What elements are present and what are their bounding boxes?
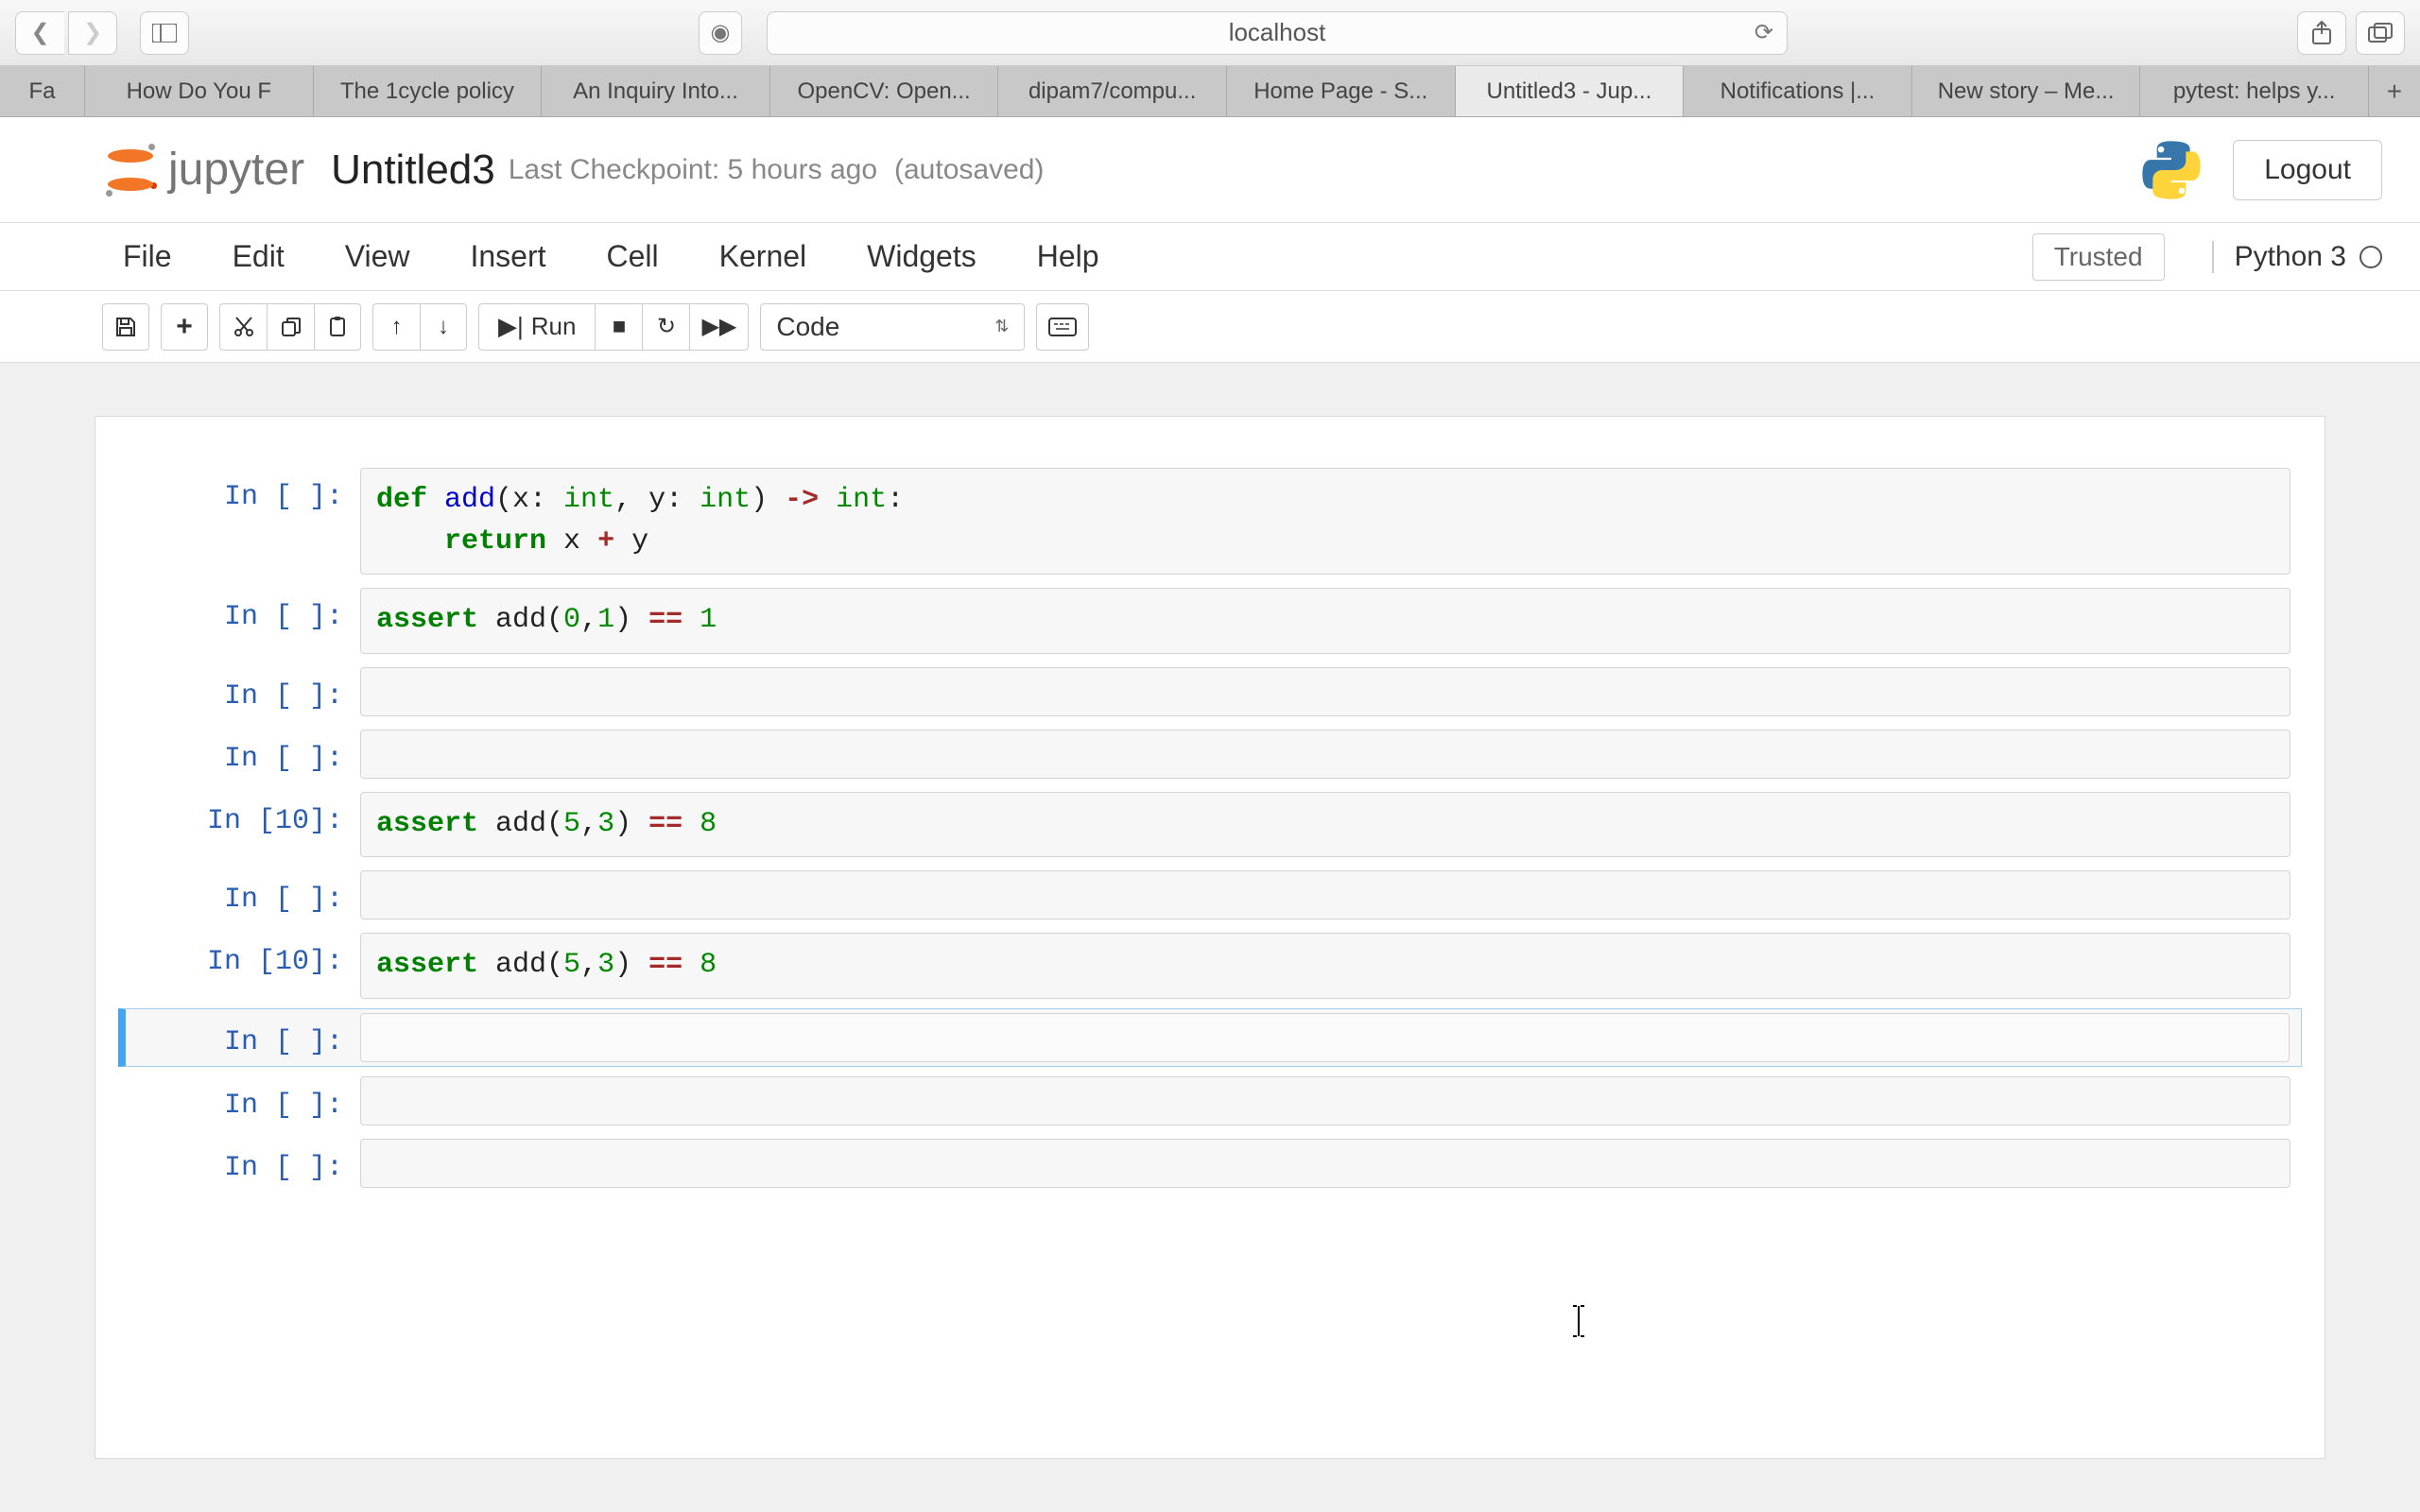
browser-tab[interactable]: An Inquiry Into... bbox=[542, 66, 770, 116]
cell-prompt: In [10]: bbox=[130, 933, 360, 999]
browser-toolbar: ❮ ❯ ◉ localhost ⟳ bbox=[0, 0, 2420, 66]
command-palette-button[interactable] bbox=[1036, 303, 1089, 351]
jupyter-page: jupyter Untitled3 Last Checkpoint: 5 hou… bbox=[0, 117, 2420, 1512]
browser-tab[interactable]: New story – Me... bbox=[1912, 66, 2141, 116]
cell-prompt: In [ ]: bbox=[130, 1013, 360, 1062]
restart-run-all-button[interactable]: ▶▶ bbox=[689, 303, 749, 351]
jupyter-logo-icon bbox=[104, 144, 157, 197]
trusted-indicator[interactable]: Trusted bbox=[2032, 233, 2165, 281]
copy-button[interactable] bbox=[267, 303, 314, 351]
browser-tab[interactable]: dipam7/compu... bbox=[998, 66, 1227, 116]
kernel-indicator[interactable]: Python 3 bbox=[2212, 241, 2382, 273]
logout-button[interactable]: Logout bbox=[2233, 140, 2382, 200]
add-cell-button[interactable]: + bbox=[161, 303, 208, 351]
run-button[interactable]: ▶| Run bbox=[478, 303, 595, 351]
cell-input[interactable]: assert add(5,3) == 8 bbox=[360, 933, 2290, 999]
code-cell[interactable]: In [ ]: bbox=[118, 867, 2302, 923]
tab-strip: FaHow Do You FThe 1cycle policyAn Inquir… bbox=[0, 66, 2420, 117]
cell-input[interactable] bbox=[360, 1139, 2290, 1188]
cell-input[interactable] bbox=[360, 870, 2290, 919]
python-logo-icon bbox=[2138, 137, 2204, 203]
notebook: In [ ]:def add(x: int, y: int) -> int: r… bbox=[95, 416, 2325, 1459]
move-up-button[interactable]: ↑ bbox=[372, 303, 420, 351]
code-cell[interactable]: In [ ]: bbox=[118, 1073, 2302, 1129]
cell-prompt: In [10]: bbox=[130, 792, 360, 858]
reload-icon[interactable]: ⟳ bbox=[1754, 19, 1773, 46]
menu-edit[interactable]: Edit bbox=[233, 239, 285, 274]
cell-input[interactable]: assert add(0,1) == 1 bbox=[360, 588, 2290, 654]
cell-prompt: In [ ]: bbox=[130, 730, 360, 779]
save-button[interactable] bbox=[102, 303, 149, 351]
paste-button[interactable] bbox=[314, 303, 361, 351]
menu-file[interactable]: File bbox=[123, 239, 172, 274]
code-cell[interactable]: In [ ]: bbox=[118, 1008, 2302, 1067]
code-cell[interactable]: In [10]:assert add(5,3) == 8 bbox=[118, 929, 2302, 1003]
browser-tab[interactable]: Home Page - S... bbox=[1227, 66, 1456, 116]
sidebar-toggle-button[interactable] bbox=[140, 11, 189, 55]
jupyter-header: jupyter Untitled3 Last Checkpoint: 5 hou… bbox=[0, 117, 2420, 223]
menu-kernel[interactable]: Kernel bbox=[719, 239, 807, 274]
cut-button[interactable] bbox=[219, 303, 267, 351]
code-cell[interactable]: In [ ]:def add(x: int, y: int) -> int: r… bbox=[118, 464, 2302, 578]
jupyter-logo-text: jupyter bbox=[168, 144, 304, 196]
share-button[interactable] bbox=[2297, 11, 2346, 55]
interrupt-button[interactable]: ■ bbox=[595, 303, 642, 351]
cell-input[interactable]: def add(x: int, y: int) -> int: return x… bbox=[360, 468, 2290, 575]
nav-buttons: ❮ ❯ bbox=[15, 11, 117, 55]
menu-widgets[interactable]: Widgets bbox=[867, 239, 977, 274]
browser-tab[interactable]: How Do You F bbox=[85, 66, 314, 116]
browser-tab[interactable]: Fa bbox=[0, 66, 85, 116]
cell-prompt: In [ ]: bbox=[130, 870, 360, 919]
run-label: Run bbox=[531, 312, 577, 341]
code-cell[interactable]: In [ ]: bbox=[118, 726, 2302, 782]
run-icon: ▶| bbox=[498, 312, 524, 341]
autosave-text: (autosaved) bbox=[894, 154, 1044, 186]
toolbar: + ↑ ↓ ▶| Run ■ ↻ ▶▶ Code bbox=[0, 291, 2420, 363]
cell-type-select[interactable]: Code ⇅ bbox=[760, 303, 1025, 351]
code-cell[interactable]: In [10]:assert add(5,3) == 8 bbox=[118, 788, 2302, 862]
jupyter-logo[interactable]: jupyter bbox=[104, 144, 304, 197]
cell-prompt: In [ ]: bbox=[130, 667, 360, 716]
menu-help[interactable]: Help bbox=[1037, 239, 1099, 274]
cell-prompt: In [ ]: bbox=[130, 1076, 360, 1125]
website-settings-button[interactable]: ◉ bbox=[699, 11, 742, 55]
browser-tab[interactable]: OpenCV: Open... bbox=[770, 66, 999, 116]
kernel-status-icon bbox=[2360, 246, 2382, 268]
tabs-button[interactable] bbox=[2356, 11, 2405, 55]
new-tab-button[interactable]: + bbox=[2369, 66, 2420, 116]
menu-view[interactable]: View bbox=[345, 239, 410, 274]
menu-cell[interactable]: Cell bbox=[607, 239, 659, 274]
notebook-scroll-area[interactable]: In [ ]:def add(x: int, y: int) -> int: r… bbox=[0, 363, 2420, 1512]
code-cell[interactable]: In [ ]: bbox=[118, 1135, 2302, 1192]
code-cell[interactable]: In [ ]:assert add(0,1) == 1 bbox=[118, 584, 2302, 658]
cell-input[interactable] bbox=[360, 667, 2290, 716]
browser-tab[interactable]: Untitled3 - Jup... bbox=[1456, 66, 1685, 116]
browser-right-tools bbox=[2297, 11, 2405, 55]
cell-prompt: In [ ]: bbox=[130, 588, 360, 654]
back-button[interactable]: ❮ bbox=[15, 11, 64, 55]
url-bar[interactable]: localhost ⟳ bbox=[767, 11, 1788, 55]
cell-input[interactable] bbox=[360, 1076, 2290, 1125]
url-text: localhost bbox=[1229, 18, 1326, 47]
browser-tab[interactable]: The 1cycle policy bbox=[314, 66, 543, 116]
browser-tab[interactable]: Notifications |... bbox=[1684, 66, 1912, 116]
move-down-button[interactable]: ↓ bbox=[420, 303, 467, 351]
cell-input[interactable] bbox=[360, 730, 2290, 779]
cell-prompt: In [ ]: bbox=[130, 1139, 360, 1188]
notebook-title[interactable]: Untitled3 bbox=[331, 146, 495, 194]
cell-prompt: In [ ]: bbox=[130, 468, 360, 575]
cell-type-value: Code bbox=[776, 312, 839, 342]
restart-button[interactable]: ↻ bbox=[642, 303, 689, 351]
menubar: FileEditViewInsertCellKernelWidgetsHelp … bbox=[0, 223, 2420, 291]
code-cell[interactable]: In [ ]: bbox=[118, 663, 2302, 720]
kernel-name-text: Python 3 bbox=[2235, 241, 2346, 273]
checkpoint-text: Last Checkpoint: 5 hours ago bbox=[509, 154, 877, 186]
forward-button[interactable]: ❯ bbox=[68, 11, 117, 55]
menu-insert[interactable]: Insert bbox=[470, 239, 545, 274]
browser-tab[interactable]: pytest: helps y... bbox=[2140, 66, 2369, 116]
chevron-updown-icon: ⇅ bbox=[994, 317, 1009, 336]
cell-input[interactable]: assert add(5,3) == 8 bbox=[360, 792, 2290, 858]
cell-input[interactable] bbox=[360, 1013, 2290, 1062]
